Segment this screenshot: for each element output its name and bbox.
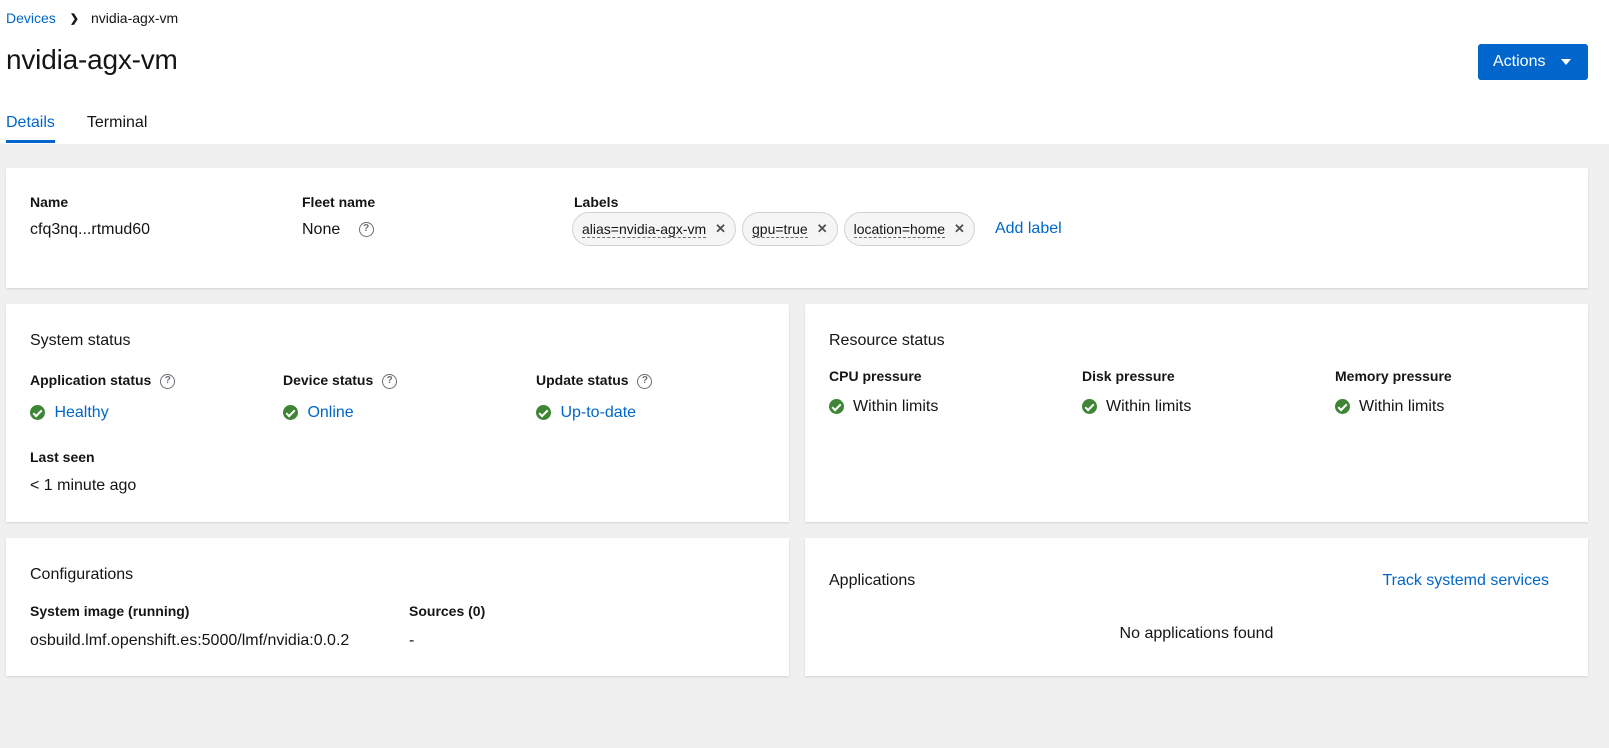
update-status-value: Up-to-date xyxy=(536,404,636,422)
system-status-card: System status Application status ? Healt… xyxy=(6,304,789,522)
name-label: Name xyxy=(30,194,69,210)
resource-status-title: Resource status xyxy=(829,332,945,349)
last-seen-label: Last seen xyxy=(30,449,95,465)
labels-label: Labels xyxy=(574,194,619,210)
device-status-field: Device status ? xyxy=(283,372,398,389)
no-applications-text: No applications found xyxy=(1119,625,1274,642)
close-icon[interactable]: ✕ xyxy=(954,221,965,237)
application-status-label: Application status xyxy=(30,372,152,388)
label-chip: alias=nvidia-agx-vm ✕ xyxy=(572,212,737,246)
cpu-pressure-label: CPU pressure xyxy=(829,368,922,384)
disk-pressure-text: Within limits xyxy=(1106,398,1192,415)
disk-pressure-value: Within limits xyxy=(1082,398,1191,416)
configurations-card: Configurations System image (running) os… xyxy=(6,538,789,676)
application-status-link[interactable]: Healthy xyxy=(54,404,108,421)
system-status-title: System status xyxy=(30,332,131,349)
update-status-label: Update status xyxy=(536,372,629,388)
close-icon[interactable]: ✕ xyxy=(817,221,828,237)
cpu-pressure-value: Within limits xyxy=(829,398,938,416)
cpu-pressure-text: Within limits xyxy=(853,398,939,415)
device-status-link[interactable]: Online xyxy=(307,404,353,421)
check-circle-icon xyxy=(1082,399,1097,415)
tab-bar: Details Terminal xyxy=(6,114,179,143)
fleet-name-label: Fleet name xyxy=(302,194,376,210)
sources-value: - xyxy=(409,632,415,649)
help-icon[interactable]: ? xyxy=(382,373,398,389)
track-systemd-services-link[interactable]: Track systemd services xyxy=(1382,572,1549,590)
memory-pressure-text: Within limits xyxy=(1359,398,1445,415)
update-status-field: Update status ? xyxy=(536,372,653,389)
memory-pressure-value: Within limits xyxy=(1335,398,1444,416)
fleet-name-field: None ? xyxy=(302,221,374,239)
label-chip-text[interactable]: alias=nvidia-agx-vm xyxy=(582,221,707,238)
label-chip-text[interactable]: location=home xyxy=(853,221,946,238)
help-icon[interactable]: ? xyxy=(637,373,653,389)
fleet-name-value: None xyxy=(302,221,341,238)
help-icon[interactable]: ? xyxy=(358,222,374,238)
labels-group: alias=nvidia-agx-vm ✕ gpu=true ✕ locatio… xyxy=(572,212,1062,246)
applications-card: Applications Track systemd services No a… xyxy=(805,538,1588,676)
check-circle-icon xyxy=(283,405,298,421)
breadcrumb-devices-link[interactable]: Devices xyxy=(6,10,56,26)
label-chip: location=home ✕ xyxy=(843,212,975,246)
details-card: Name cfq3nq...rtmud60 Fleet name None ? … xyxy=(6,168,1588,288)
breadcrumb: Devices ❯ nvidia-agx-vm xyxy=(6,10,178,26)
help-icon[interactable]: ? xyxy=(160,373,176,389)
chevron-right-icon: ❯ xyxy=(69,12,80,25)
system-image-value: osbuild.lmf.openshift.es:5000/lmf/nvidia… xyxy=(30,632,350,649)
actions-dropdown-button[interactable]: Actions xyxy=(1478,44,1588,80)
check-circle-icon xyxy=(30,405,45,421)
page-header: Devices ❯ nvidia-agx-vm nvidia-agx-vm Ac… xyxy=(0,0,1609,144)
actions-label: Actions xyxy=(1493,53,1546,70)
page-title: nvidia-agx-vm xyxy=(6,44,178,75)
check-circle-icon xyxy=(1335,399,1350,415)
sources-label: Sources (0) xyxy=(409,603,486,619)
tab-details[interactable]: Details xyxy=(6,114,55,143)
last-seen-value: < 1 minute ago xyxy=(30,477,137,494)
breadcrumb-current: nvidia-agx-vm xyxy=(91,10,179,26)
add-label-button[interactable]: Add label xyxy=(995,220,1062,238)
application-status-field: Application status ? xyxy=(30,372,176,389)
resource-status-card: Resource status CPU pressure Within limi… xyxy=(805,304,1588,522)
application-status-value: Healthy xyxy=(30,404,109,422)
update-status-link[interactable]: Up-to-date xyxy=(560,404,636,421)
label-chip-text[interactable]: gpu=true xyxy=(752,221,808,238)
caret-down-icon xyxy=(1561,59,1571,65)
check-circle-icon xyxy=(536,405,551,421)
memory-pressure-label: Memory pressure xyxy=(1335,368,1452,384)
label-chip: gpu=true ✕ xyxy=(742,212,838,246)
device-status-value: Online xyxy=(283,404,354,422)
applications-title: Applications xyxy=(829,572,916,589)
device-status-label: Device status xyxy=(283,372,374,388)
system-image-label: System image (running) xyxy=(30,603,190,619)
name-value: cfq3nq...rtmud60 xyxy=(30,221,151,238)
tab-terminal[interactable]: Terminal xyxy=(87,114,147,140)
configurations-title: Configurations xyxy=(30,566,134,583)
disk-pressure-label: Disk pressure xyxy=(1082,368,1175,384)
check-circle-icon xyxy=(829,399,844,415)
close-icon[interactable]: ✕ xyxy=(715,221,726,237)
